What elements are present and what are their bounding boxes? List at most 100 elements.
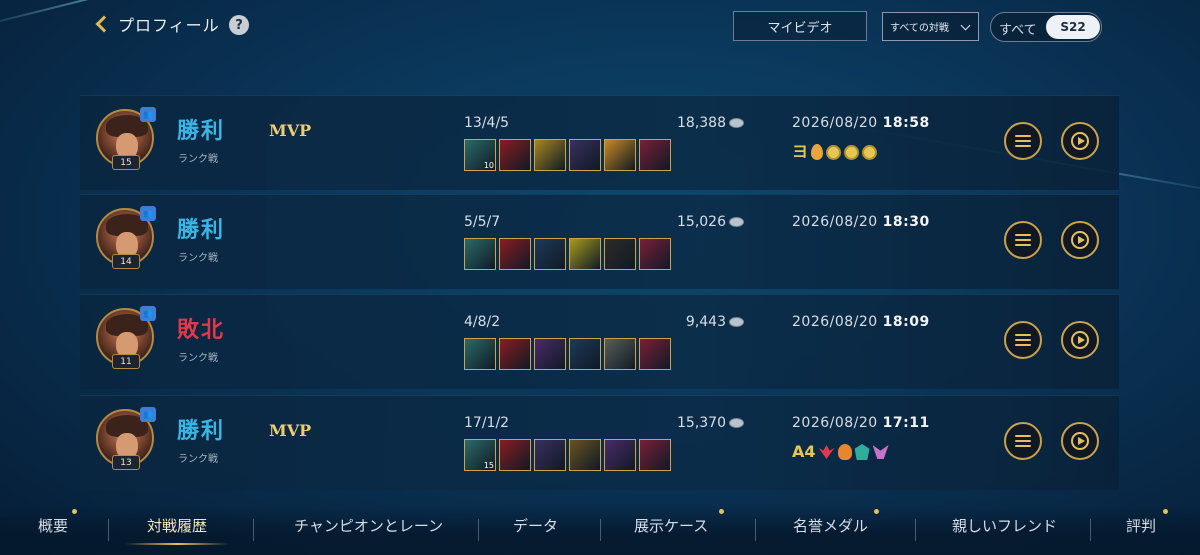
replay-button[interactable] xyxy=(1061,422,1099,460)
match-result: 敗北 xyxy=(177,318,226,343)
flame-icon xyxy=(837,444,852,460)
nav-divider xyxy=(915,519,916,541)
tab-5[interactable]: 名誉メダル xyxy=(793,515,868,536)
replay-icon xyxy=(1071,331,1089,349)
tab-4[interactable]: 展示ケース xyxy=(634,515,708,536)
back-button[interactable]: プロフィール xyxy=(92,12,220,36)
nav-divider xyxy=(600,519,601,541)
page-title: プロフィール xyxy=(118,16,220,35)
champion-avatar: 14 👥 xyxy=(96,206,156,269)
item-icon xyxy=(499,338,531,370)
tab-3[interactable]: データ xyxy=(513,515,558,536)
item-build: 10 xyxy=(464,139,671,171)
match-details-button[interactable] xyxy=(1004,422,1042,460)
item-icon xyxy=(534,139,566,171)
rank-badge-text: ヨ xyxy=(792,142,809,161)
match-time: 18:30 xyxy=(882,214,930,230)
gold-value: 9,443 xyxy=(685,314,726,330)
tab-6[interactable]: 親しいフレンド xyxy=(952,515,1057,536)
notification-dot xyxy=(72,509,77,514)
match-date: 2026/08/20 xyxy=(792,214,883,230)
item-icon xyxy=(499,439,531,471)
match-date: 2026/08/20 xyxy=(792,314,883,330)
season-toggle[interactable]: すべて S22 xyxy=(990,12,1102,42)
match-time: 17:11 xyxy=(882,415,930,431)
item-icon: 10 xyxy=(464,139,496,171)
match-time: 18:58 xyxy=(882,115,930,131)
kda: 4/8/2 xyxy=(464,314,501,330)
match-row[interactable]: 14 👥 勝利 ランク戦 5/5/7 15,026 2026/08/20 18:… xyxy=(80,194,1119,289)
chevron-down-icon xyxy=(960,20,971,31)
mvp-badge: MVP xyxy=(269,121,312,140)
tab-1[interactable]: 対戦履歴 xyxy=(124,515,230,545)
gold-value: 18,388 xyxy=(677,115,726,131)
match-datetime: 2026/08/20 18:58 xyxy=(792,115,930,131)
match-time: 18:09 xyxy=(882,314,930,330)
season-all-option[interactable]: すべて xyxy=(999,19,1037,38)
party-icon: 👥 xyxy=(140,107,156,122)
nav-divider xyxy=(755,519,756,541)
gold-earned: 9,443 xyxy=(686,314,744,330)
season-current-option[interactable]: S22 xyxy=(1046,15,1100,39)
tab-2[interactable]: チャンピオンとレーン xyxy=(294,515,443,536)
item-icon xyxy=(604,338,636,370)
champion-avatar: 11 👥 xyxy=(96,306,156,369)
nav-divider xyxy=(108,519,109,541)
item-icon xyxy=(569,238,601,270)
my-video-button[interactable]: マイビデオ xyxy=(733,11,867,41)
item-build xyxy=(464,338,671,370)
match-result: 勝利 xyxy=(177,119,226,144)
party-icon: 👥 xyxy=(140,306,156,321)
item-icon xyxy=(464,238,496,270)
item-icon xyxy=(639,439,671,471)
match-details-button[interactable] xyxy=(1004,321,1042,359)
match-date: 2026/08/20 xyxy=(792,415,883,431)
list-icon xyxy=(1015,434,1031,448)
mvp-badge: MVP xyxy=(269,421,312,440)
replay-button[interactable] xyxy=(1061,321,1099,359)
drop-icon xyxy=(811,144,824,160)
tab-7[interactable]: 評判 xyxy=(1126,515,1156,536)
match-row[interactable]: 15 👥 勝利 ランク戦 MVP 13/4/5 18,388 10 2026/0… xyxy=(80,95,1119,190)
coin-icon xyxy=(729,118,744,128)
match-mode: ランク戦 xyxy=(178,353,218,364)
match-row[interactable]: 11 👥 敗北 ランク戦 4/8/2 9,443 2026/08/20 18:0… xyxy=(80,294,1119,389)
chevron-left-icon xyxy=(95,15,113,33)
match-filter-select[interactable]: すべての対戦 xyxy=(882,12,979,41)
match-datetime: 2026/08/20 18:30 xyxy=(792,214,930,230)
item-icon xyxy=(569,439,601,471)
item-icon xyxy=(604,238,636,270)
replay-button[interactable] xyxy=(1061,221,1099,259)
gold-earned: 15,026 xyxy=(677,214,744,230)
kda: 13/4/5 xyxy=(464,115,510,131)
item-stack-count: 15 xyxy=(483,461,494,470)
item-icon xyxy=(604,439,636,471)
bottom-nav: 概要 対戦履歴 チャンピオンとレーン データ 展示ケース 名誉メダル 親しいフレンド 評判 xyxy=(0,505,1200,555)
coin-icon xyxy=(844,144,860,160)
header: プロフィール ? マイビデオ すべての対戦 すべて S22 xyxy=(0,0,1200,60)
match-details-button[interactable] xyxy=(1004,221,1042,259)
list-icon xyxy=(1015,134,1031,148)
item-icon xyxy=(499,238,531,270)
item-build xyxy=(464,238,671,270)
help-icon[interactable]: ? xyxy=(229,15,249,35)
champion-level: 13 xyxy=(112,455,140,470)
coin-icon xyxy=(729,317,744,327)
match-result: 勝利 xyxy=(177,218,226,243)
achievement-badges: ヨ xyxy=(792,142,878,161)
tab-0[interactable]: 概要 xyxy=(38,515,68,536)
match-row[interactable]: 13 👥 勝利 ランク戦 MVP 17/1/2 15,370 15 2026/0… xyxy=(80,395,1119,490)
achievement-badges: A4 xyxy=(792,443,889,461)
match-mode: ランク戦 xyxy=(178,454,218,465)
item-icon xyxy=(639,139,671,171)
match-mode: ランク戦 xyxy=(178,154,218,165)
champion-avatar: 13 👥 xyxy=(96,407,156,470)
match-datetime: 2026/08/20 18:09 xyxy=(792,314,930,330)
match-result: 勝利 xyxy=(177,419,226,444)
item-build: 15 xyxy=(464,439,671,471)
replay-button[interactable] xyxy=(1061,122,1099,160)
match-details-button[interactable] xyxy=(1004,122,1042,160)
item-icon xyxy=(569,139,601,171)
notification-dot xyxy=(874,509,879,514)
rank-badge-text: A4 xyxy=(792,442,816,461)
